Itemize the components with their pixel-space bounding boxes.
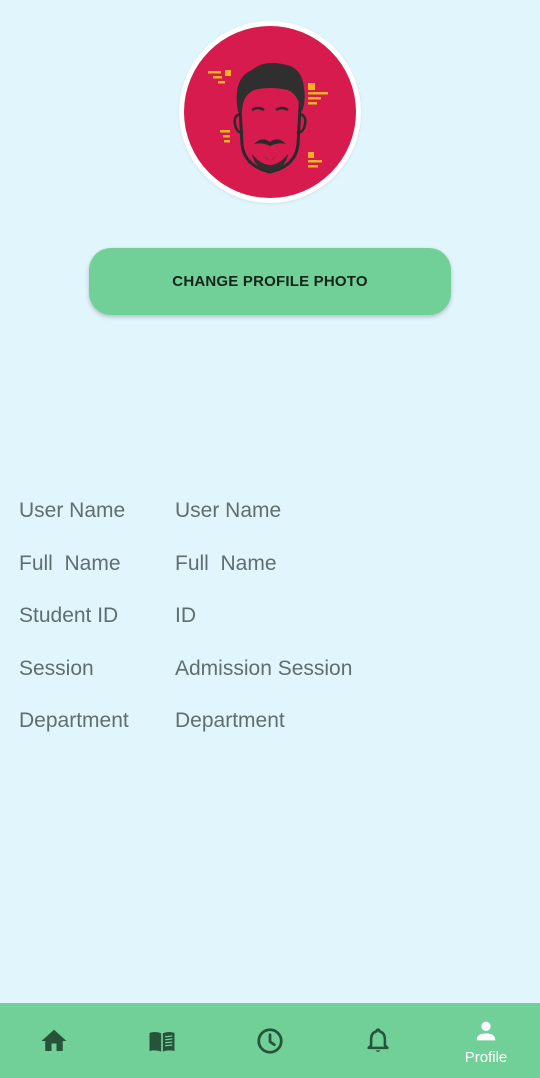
nav-item-book[interactable] bbox=[108, 1003, 216, 1078]
profile-info-list: User Name User Name Full Name Full Name … bbox=[19, 494, 519, 757]
bearded-man-avatar-icon bbox=[184, 26, 356, 198]
nav-item-profile[interactable]: Profile bbox=[432, 1003, 540, 1078]
nav-item-history[interactable] bbox=[216, 1003, 324, 1078]
session-value: Admission Session bbox=[175, 656, 353, 680]
info-row-department: Department Department bbox=[19, 704, 519, 757]
username-value: User Name bbox=[175, 499, 282, 522]
info-row-fullname: Full Name Full Name bbox=[19, 547, 519, 600]
fullname-label: Full Name bbox=[19, 551, 121, 575]
change-profile-photo-button[interactable]: CHANGE PROFILE PHOTO bbox=[89, 248, 451, 315]
student-id-value: ID bbox=[175, 604, 196, 627]
fullname-value: Full Name bbox=[175, 551, 277, 575]
person-icon bbox=[476, 1021, 496, 1041]
department-value: Department bbox=[175, 709, 285, 732]
profile-avatar bbox=[179, 21, 361, 203]
info-row-student-id: Student ID ID bbox=[19, 599, 519, 652]
home-icon bbox=[41, 1029, 67, 1051]
session-label: Session bbox=[19, 656, 94, 680]
nav-label-profile: Profile bbox=[464, 1049, 508, 1066]
book-icon bbox=[149, 1031, 175, 1052]
username-label: User Name bbox=[19, 499, 126, 522]
bell-icon bbox=[367, 1028, 389, 1052]
bottom-navigation: Profile bbox=[0, 1003, 540, 1078]
student-id-label: Student ID bbox=[19, 604, 119, 627]
nav-item-notifications[interactable] bbox=[324, 1003, 432, 1078]
profile-screen: CHANGE PROFILE PHOTO User Name User Name… bbox=[0, 0, 540, 1078]
nav-item-home[interactable] bbox=[0, 1003, 108, 1078]
info-row-session: Session Admission Session bbox=[19, 652, 519, 705]
department-label: Department bbox=[19, 709, 129, 732]
clock-icon bbox=[257, 1027, 283, 1054]
info-row-username: User Name User Name bbox=[19, 494, 519, 547]
